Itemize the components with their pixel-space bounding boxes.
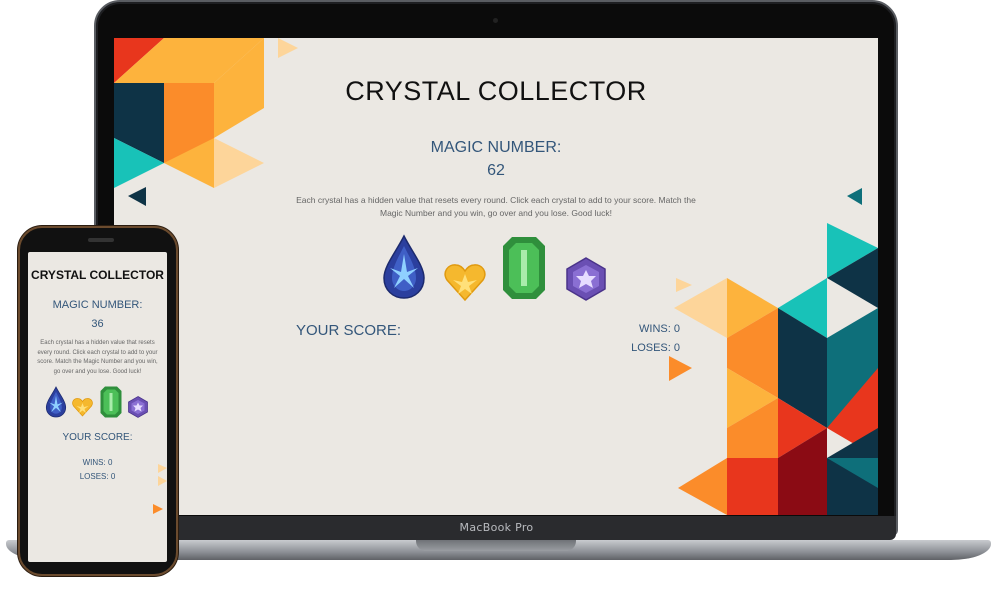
laptop-brand-label: MacBook Pro bbox=[459, 521, 534, 534]
phone-yellow-heart-crystal-icon[interactable] bbox=[72, 397, 93, 417]
green-emerald-crystal-icon[interactable] bbox=[502, 236, 546, 300]
camera-icon bbox=[493, 18, 498, 23]
phone-blue-teardrop-crystal-icon[interactable] bbox=[45, 386, 67, 418]
phone-magic-number-label: MAGIC NUMBER: bbox=[52, 299, 143, 311]
yellow-heart-crystal-icon[interactable] bbox=[444, 262, 486, 302]
blue-teardrop-crystal-icon[interactable] bbox=[382, 234, 426, 300]
phone-speaker-icon bbox=[88, 238, 114, 242]
purple-hexagon-crystal-icon[interactable] bbox=[564, 257, 608, 301]
geometric-background bbox=[114, 38, 878, 515]
phone-magic-number-value: 36 bbox=[91, 318, 104, 330]
instructions-text: Each crystal has a hidden value that res… bbox=[296, 195, 696, 218]
phone-instructions-text: Each crystal has a hidden value that res… bbox=[37, 340, 158, 375]
laptop-opening-notch bbox=[416, 540, 576, 551]
phone-purple-hexagon-crystal-icon[interactable] bbox=[127, 396, 149, 418]
phone-screen: CRYSTAL COLLECTOR MAGIC NUMBER: 36 Each … bbox=[28, 252, 167, 562]
wins-counter: WINS: 0 bbox=[639, 323, 680, 335]
page-title: CRYSTAL COLLECTOR bbox=[345, 76, 647, 106]
magic-number-value: 62 bbox=[487, 162, 505, 179]
laptop-chin: MacBook Pro bbox=[97, 516, 896, 540]
phone-your-score-label: YOUR SCORE: bbox=[62, 432, 133, 443]
phone-loses-counter: LOSES: 0 bbox=[79, 472, 116, 481]
laptop-screen: CRYSTAL COLLECTOR MAGIC NUMBER: 62 Each … bbox=[114, 38, 878, 515]
your-score-label: YOUR SCORE: bbox=[296, 322, 402, 339]
phone-green-emerald-crystal-icon[interactable] bbox=[100, 386, 122, 418]
phone-page-title: CRYSTAL COLLECTOR bbox=[31, 268, 164, 282]
phone-wins-counter: WINS: 0 bbox=[82, 458, 113, 467]
magic-number-label: MAGIC NUMBER: bbox=[430, 139, 562, 156]
loses-counter: LOSES: 0 bbox=[631, 342, 680, 354]
